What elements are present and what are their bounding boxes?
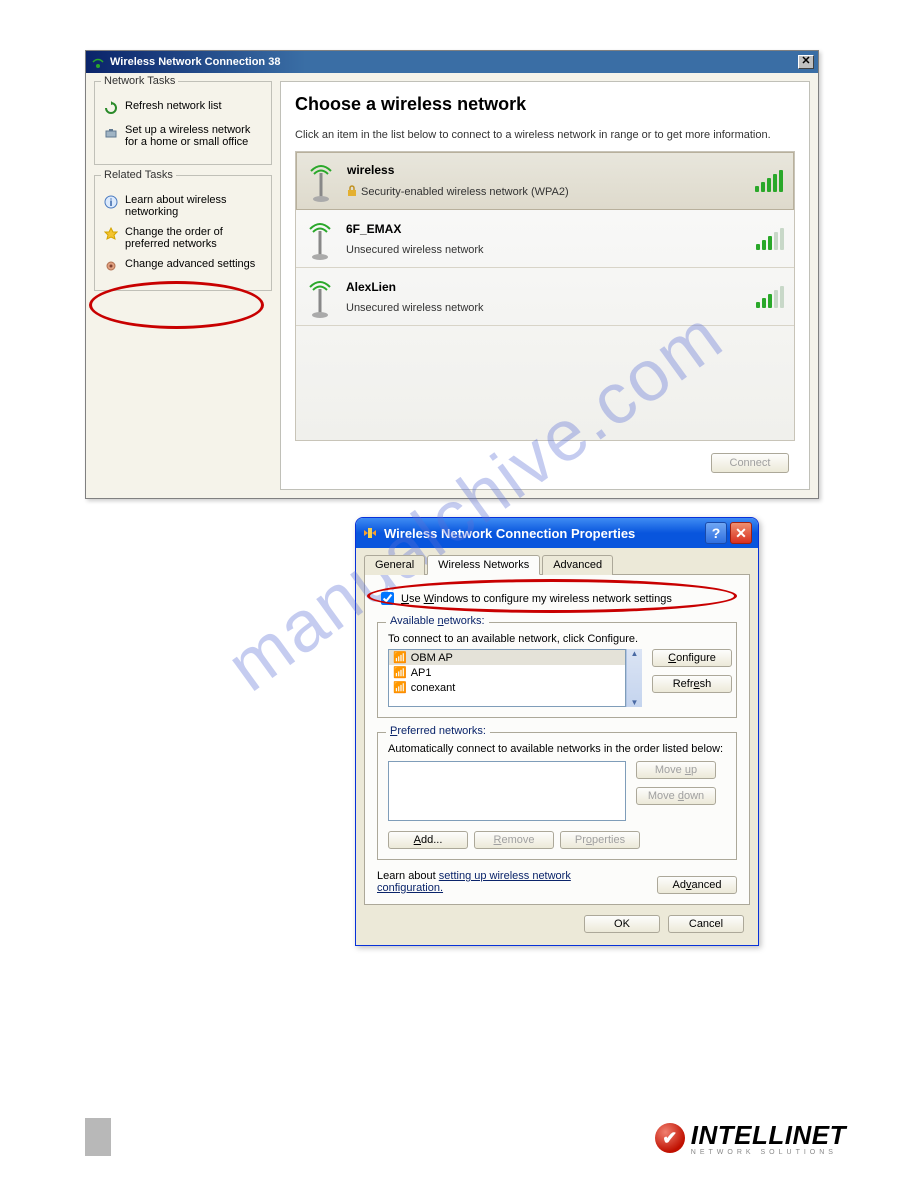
tab-advanced[interactable]: Advanced (542, 555, 613, 575)
properties-dialog: Wireless Network Connection Properties ?… (355, 517, 759, 946)
use-windows-label: Use Windows to configure my wireless net… (401, 593, 672, 605)
close-button[interactable]: ✕ (730, 522, 752, 544)
logo-sub-text: NETWORK SOLUTIONS (691, 1149, 846, 1156)
change-advanced-settings[interactable]: Change advanced settings (103, 258, 263, 274)
task-label: Change the order of preferred networks (125, 226, 263, 250)
network-mini-icon: 📶 (393, 666, 407, 679)
lock-icon (347, 185, 357, 200)
preferred-networks-label: Preferred networks: (386, 725, 490, 737)
available-networks-subtext: To connect to an available network, clic… (388, 633, 726, 645)
network-detail: Unsecured wireless network (346, 244, 484, 256)
network-mini-icon: 📶 (393, 681, 407, 694)
preferred-networks-subtext: Automatically connect to available netwo… (388, 743, 726, 755)
footer-logo: ✔ INTELLINET NETWORK SOLUTIONS (655, 1120, 846, 1156)
list-item[interactable]: 📶 OBM AP (389, 650, 625, 665)
antenna-icon (302, 275, 338, 319)
settings-icon (103, 258, 119, 274)
preferred-networks-list[interactable] (388, 761, 626, 821)
change-order-preferred[interactable]: Change the order of preferred networks (103, 226, 263, 250)
list-item[interactable]: 📶 AP1 (389, 665, 625, 680)
tab-general[interactable]: General (364, 555, 425, 575)
available-networks-label: Available networks: (386, 615, 489, 627)
network-name: wireless (347, 163, 743, 177)
list-item-label: conexant (411, 682, 456, 694)
star-icon (103, 226, 119, 242)
close-button[interactable]: ✕ (798, 55, 814, 69)
signal-strength-icon (755, 170, 783, 192)
signal-strength-icon (756, 228, 784, 250)
network-detail: Unsecured wireless network (346, 302, 484, 314)
properties-button[interactable]: Properties (560, 831, 640, 849)
add-button[interactable]: Add... (388, 831, 468, 849)
help-button[interactable]: ? (705, 522, 727, 544)
connection-icon (362, 525, 378, 541)
network-item[interactable]: wireless Security-enabled wireless netwo… (296, 152, 794, 210)
task-label: Set up a wireless network for a home or … (125, 124, 263, 148)
ok-button[interactable]: OK (584, 915, 660, 933)
connect-button[interactable]: Connect (711, 453, 789, 473)
logo-checkmark-icon: ✔ (655, 1123, 685, 1153)
available-networks-list[interactable]: 📶 OBM AP 📶 AP1 📶 conexant (388, 649, 626, 707)
page-tab-decoration (85, 1118, 111, 1156)
antenna-icon (302, 217, 338, 261)
choose-network-subtext: Click an item in the list below to conne… (295, 129, 795, 141)
setup-icon (103, 124, 119, 140)
task-label: Change advanced settings (125, 258, 255, 270)
related-tasks-label: Related Tasks (101, 169, 176, 181)
wireless-connection-window: Wireless Network Connection 38 ✕ Network… (85, 50, 819, 499)
red-ellipse-highlight (89, 281, 264, 329)
wireless-icon (90, 54, 106, 70)
scrollbar[interactable]: ▲▼ (626, 649, 642, 707)
use-windows-checkbox[interactable] (381, 592, 394, 605)
network-item[interactable]: 6F_EMAX Unsecured wireless network (296, 210, 794, 268)
svg-text:i: i (110, 198, 113, 209)
logo-brand-text: INTELLINET (691, 1120, 846, 1151)
info-icon: i (103, 194, 119, 210)
win1-titlebar: Wireless Network Connection 38 ✕ (86, 51, 818, 73)
win2-title-text: Wireless Network Connection Properties (384, 526, 635, 541)
configure-button[interactable]: Configure (652, 649, 732, 667)
task-label: Learn about wireless networking (125, 194, 263, 218)
win2-titlebar: Wireless Network Connection Properties ?… (356, 518, 758, 548)
move-up-button[interactable]: Move up (636, 761, 716, 779)
network-detail: Security-enabled wireless network (WPA2) (361, 186, 569, 198)
network-tasks-label: Network Tasks (101, 75, 178, 87)
list-item[interactable]: 📶 conexant (389, 680, 625, 695)
learn-wireless-networking[interactable]: i Learn about wireless networking (103, 194, 263, 218)
network-mini-icon: 📶 (393, 651, 407, 664)
list-item-label: AP1 (411, 667, 432, 679)
setup-wireless-network[interactable]: Set up a wireless network for a home or … (103, 124, 263, 148)
signal-strength-icon (756, 286, 784, 308)
network-name: AlexLien (346, 280, 744, 294)
network-name: 6F_EMAX (346, 222, 744, 236)
refresh-button[interactable]: Refresh (652, 675, 732, 693)
move-down-button[interactable]: Move down (636, 787, 716, 805)
list-item-label: OBM AP (411, 652, 453, 664)
network-list: wireless Security-enabled wireless netwo… (295, 151, 795, 441)
advanced-button[interactable]: Advanced (657, 876, 737, 894)
learn-about-prefix: Learn about (377, 870, 439, 882)
cancel-button[interactable]: Cancel (668, 915, 744, 933)
remove-button[interactable]: Remove (474, 831, 554, 849)
refresh-icon (103, 100, 119, 116)
tab-wireless-networks[interactable]: Wireless Networks (427, 555, 540, 575)
refresh-network-list[interactable]: Refresh network list (103, 100, 263, 116)
win1-title-text: Wireless Network Connection 38 (110, 56, 280, 68)
antenna-icon (303, 159, 339, 203)
task-label: Refresh network list (125, 100, 222, 112)
network-item[interactable]: AlexLien Unsecured wireless network (296, 268, 794, 326)
choose-network-heading: Choose a wireless network (295, 94, 795, 115)
